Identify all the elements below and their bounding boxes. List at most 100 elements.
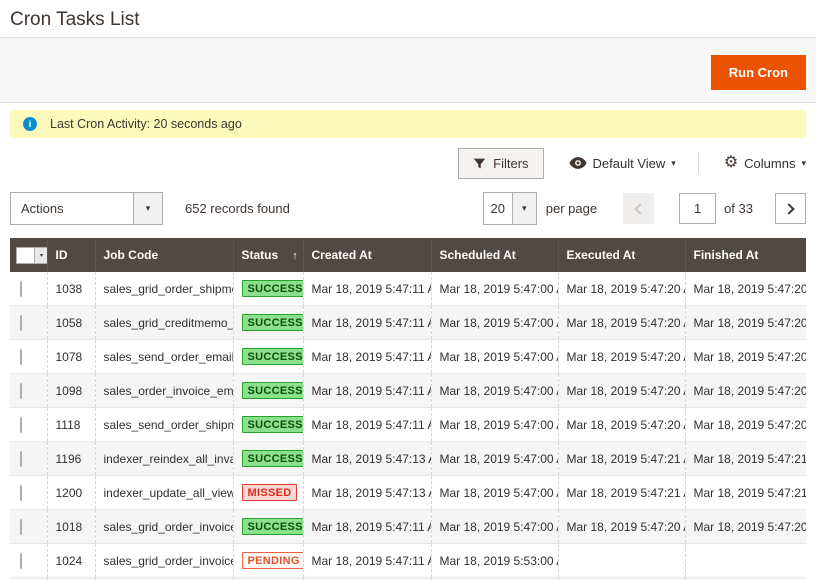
grid-controls-row: Filters Default View ▾ ⚙ Columns ▾ [10, 147, 806, 179]
filters-label: Filters [493, 156, 528, 171]
column-header-created-at[interactable]: Created At [303, 238, 431, 272]
table-row: 1024 sales_grid_order_invoice_async PEND… [10, 544, 806, 578]
column-header-scheduled-at[interactable]: Scheduled At [431, 238, 558, 272]
cell-scheduled-at: Mar 18, 2019 5:47:00 AM [431, 408, 558, 442]
view-label: Default View [593, 156, 666, 171]
table-header-row: ▾ ID Job Code Status↑ Created At Schedul… [10, 238, 806, 272]
row-checkbox[interactable] [20, 315, 22, 331]
column-header-finished-at[interactable]: Finished At [685, 238, 806, 272]
view-switcher[interactable]: Default View ▾ [569, 156, 676, 171]
row-checkbox[interactable] [20, 553, 22, 569]
status-badge: SUCCESS [242, 280, 304, 297]
actions-row: Actions ▾ 652 records found 20 ▾ per pag… [10, 192, 806, 225]
previous-page-button[interactable] [623, 193, 654, 224]
pagination: 20 ▾ per page of 33 [483, 192, 806, 225]
chevron-down-icon: ▾ [133, 193, 162, 224]
select-all-header: ▾ [10, 238, 47, 272]
table-row: 1196 indexer_reindex_all_invalid SUCCESS… [10, 442, 806, 476]
row-checkbox[interactable] [20, 417, 22, 433]
cell-finished-at [685, 544, 806, 578]
column-header-id[interactable]: ID [47, 238, 95, 272]
cell-id: 1038 [47, 272, 95, 306]
cell-id: 1098 [47, 374, 95, 408]
cell-id: 1024 [47, 544, 95, 578]
status-badge: PENDING [242, 552, 304, 569]
table-row: 1118 sales_send_order_shipment SUCCESS M… [10, 408, 806, 442]
cell-checkbox [10, 340, 47, 374]
cell-created-at: Mar 18, 2019 5:47:13 AM [303, 476, 431, 510]
select-all-checkbox[interactable]: ▾ [16, 247, 47, 264]
cell-finished-at: Mar 18, 2019 5:47:20 AM [685, 374, 806, 408]
cell-finished-at: Mar 18, 2019 5:47:20 AM [685, 340, 806, 374]
run-cron-button[interactable]: Run Cron [711, 55, 806, 90]
cell-job-code: indexer_reindex_all_invalid [95, 442, 233, 476]
cell-finished-at: Mar 18, 2019 5:47:21 AM [685, 442, 806, 476]
row-checkbox[interactable] [20, 485, 22, 501]
cell-job-code: sales_grid_order_invoice_async [95, 544, 233, 578]
cell-status: SUCCESS [233, 408, 303, 442]
cell-finished-at: Mar 18, 2019 5:47:20 AM [685, 408, 806, 442]
chevron-left-icon [634, 203, 645, 214]
cell-id: 1078 [47, 340, 95, 374]
cell-created-at: Mar 18, 2019 5:47:11 AM [303, 374, 431, 408]
cell-created-at: Mar 18, 2019 5:47:11 AM [303, 544, 431, 578]
cell-executed-at: Mar 18, 2019 5:47:20 AM [558, 510, 685, 544]
records-count: 652 records found [185, 201, 290, 216]
filters-button[interactable]: Filters [458, 148, 543, 179]
cell-created-at: Mar 18, 2019 5:47:11 AM [303, 272, 431, 306]
cell-status: SUCCESS [233, 510, 303, 544]
row-checkbox[interactable] [20, 281, 22, 297]
cell-scheduled-at: Mar 18, 2019 5:53:00 AM [431, 544, 558, 578]
cell-status: SUCCESS [233, 272, 303, 306]
cell-job-code: sales_send_order_emails [95, 340, 233, 374]
cell-job-code: sales_grid_order_shipment [95, 272, 233, 306]
row-checkbox[interactable] [20, 383, 22, 399]
cell-status: PENDING [233, 544, 303, 578]
cell-checkbox [10, 408, 47, 442]
cell-id: 1118 [47, 408, 95, 442]
cell-status: SUCCESS [233, 442, 303, 476]
cell-checkbox [10, 476, 47, 510]
cell-id: 1196 [47, 442, 95, 476]
column-header-executed-at[interactable]: Executed At [558, 238, 685, 272]
cell-executed-at: Mar 18, 2019 5:47:20 AM [558, 408, 685, 442]
cell-job-code: sales_grid_order_invoice_async [95, 510, 233, 544]
columns-control[interactable]: ⚙ Columns ▾ [724, 155, 806, 171]
status-badge: SUCCESS [242, 348, 304, 365]
columns-label: Columns [744, 156, 795, 171]
status-badge: SUCCESS [242, 382, 304, 399]
cell-executed-at [558, 544, 685, 578]
cell-job-code: indexer_update_all_views [95, 476, 233, 510]
cell-created-at: Mar 18, 2019 5:47:11 AM [303, 408, 431, 442]
column-header-job-code[interactable]: Job Code [95, 238, 233, 272]
cell-checkbox [10, 306, 47, 340]
cell-checkbox [10, 442, 47, 476]
cell-executed-at: Mar 18, 2019 5:47:20 AM [558, 306, 685, 340]
current-page-input[interactable] [679, 193, 716, 224]
cell-id: 1018 [47, 510, 95, 544]
table-row: 1058 sales_grid_creditmemo_async SUCCESS… [10, 306, 806, 340]
table-row: 1200 indexer_update_all_views MISSED Mar… [10, 476, 806, 510]
row-checkbox[interactable] [20, 451, 22, 467]
cell-checkbox [10, 510, 47, 544]
cell-finished-at: Mar 18, 2019 5:47:21 AM [685, 476, 806, 510]
actions-select[interactable]: Actions ▾ [10, 192, 163, 225]
cell-finished-at: Mar 18, 2019 5:47:20 AM [685, 272, 806, 306]
status-badge: SUCCESS [242, 314, 304, 331]
sort-ascending-icon: ↑ [292, 250, 298, 262]
eye-icon [569, 157, 587, 169]
column-header-status[interactable]: Status↑ [233, 238, 303, 272]
total-pages-label: of 33 [724, 201, 753, 216]
per-page-label: per page [546, 201, 597, 216]
notice-text: Last Cron Activity: 20 seconds ago [50, 117, 242, 131]
cell-scheduled-at: Mar 18, 2019 5:47:00 AM [431, 442, 558, 476]
cell-created-at: Mar 18, 2019 5:47:13 AM [303, 442, 431, 476]
cell-status: SUCCESS [233, 306, 303, 340]
status-badge: SUCCESS [242, 450, 304, 467]
per-page-select[interactable]: 20 ▾ [483, 192, 537, 225]
page-toolbar: Run Cron [0, 37, 816, 103]
next-page-button[interactable] [775, 193, 806, 224]
cell-scheduled-at: Mar 18, 2019 5:47:00 AM [431, 476, 558, 510]
row-checkbox[interactable] [20, 519, 22, 535]
row-checkbox[interactable] [20, 349, 22, 365]
